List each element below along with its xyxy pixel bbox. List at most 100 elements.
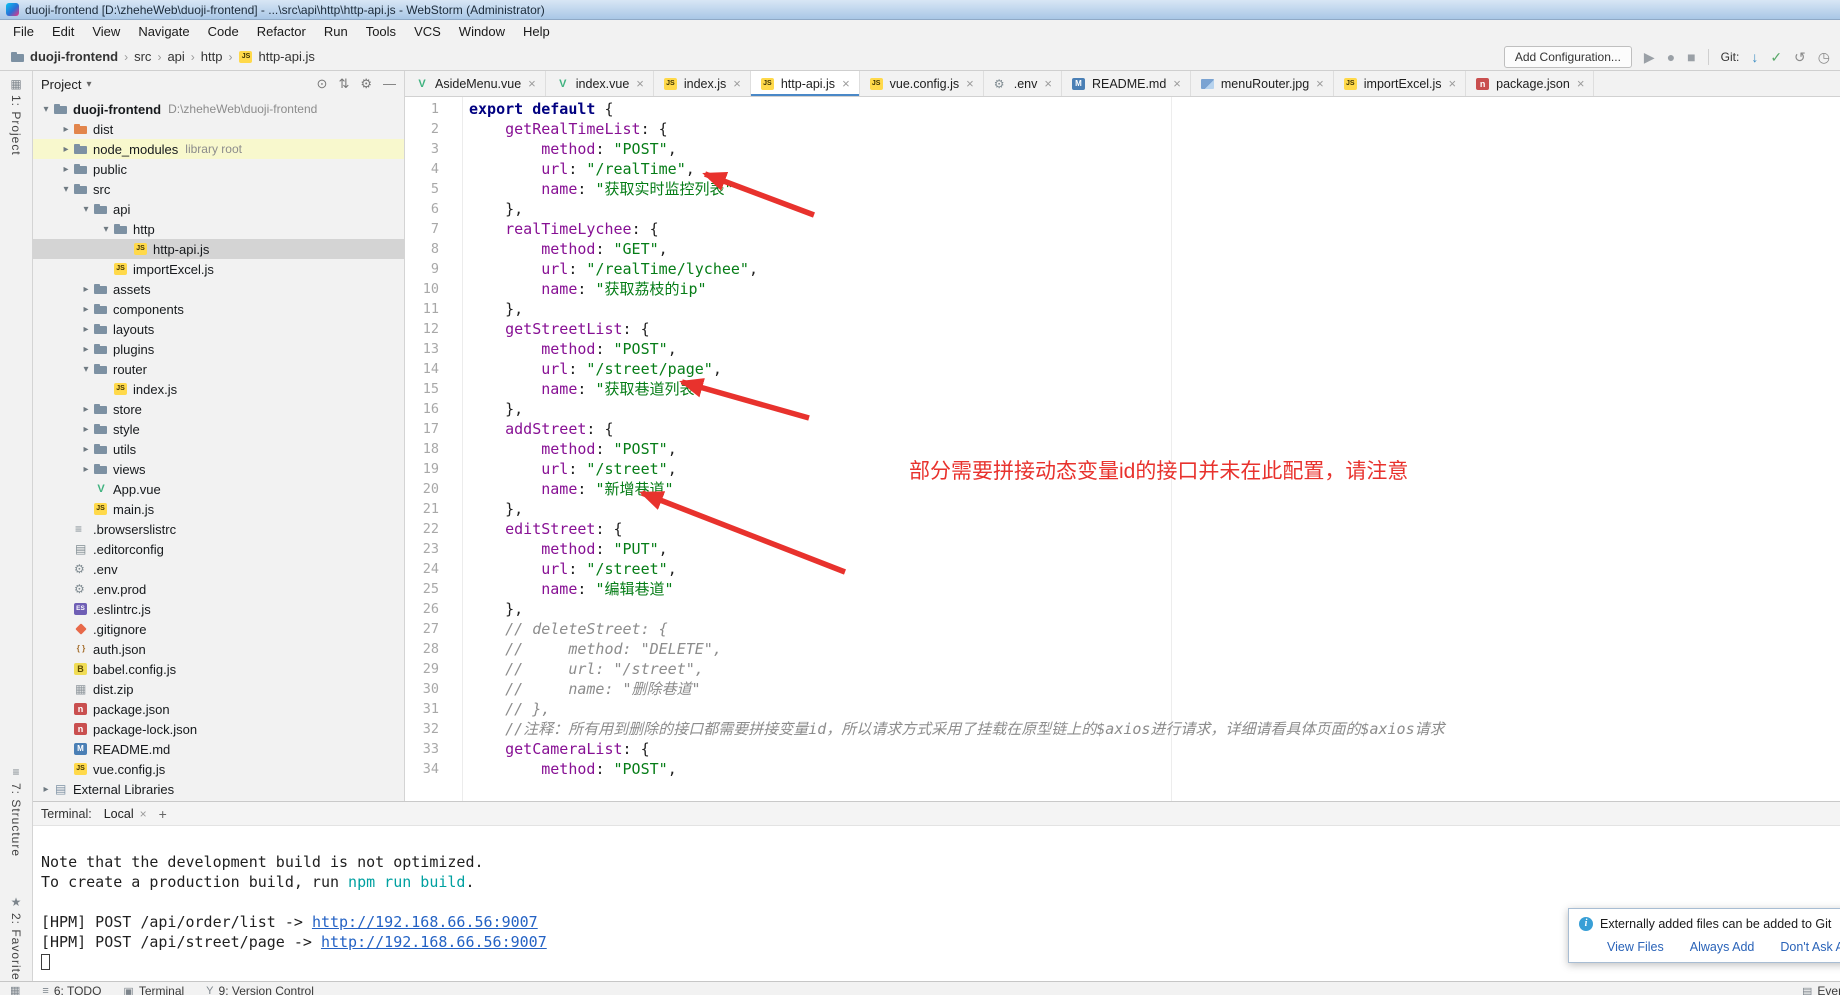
breadcrumb-item-src[interactable]: src [134, 49, 151, 64]
code-line-15[interactable]: 15 name: "获取巷道列表" [405, 379, 1840, 399]
breadcrumb-item-http[interactable]: http [201, 49, 223, 64]
chevron-right-icon[interactable]: ▸ [79, 284, 93, 295]
expand-collapse-icon[interactable]: ⇅ [338, 76, 349, 92]
breadcrumb-item-api[interactable]: api [167, 49, 184, 64]
code-line-20[interactable]: 20 name: "新增巷道" [405, 479, 1840, 499]
new-terminal-session-button[interactable]: + [159, 806, 167, 822]
code-line-10[interactable]: 10 name: "获取荔枝的ip" [405, 279, 1840, 299]
tree-item-utils[interactable]: ▸utils [33, 439, 404, 459]
chevron-down-icon[interactable]: ▾ [79, 364, 93, 375]
code-line-4[interactable]: 4 url: "/realTime", [405, 159, 1840, 179]
terminal-button[interactable]: ▣Terminal [123, 984, 184, 995]
tree-item-assets[interactable]: ▸assets [33, 279, 404, 299]
menu-tools[interactable]: Tools [357, 22, 405, 41]
code-line-34[interactable]: 34 method: "POST", [405, 759, 1840, 779]
code-line-32[interactable]: 32 //注释：所有用到删除的接口都需要拼接变量id，所以请求方式采用了挂载在原… [405, 719, 1840, 739]
code-line-8[interactable]: 8 method: "GET", [405, 239, 1840, 259]
tree-item-components[interactable]: ▸components [33, 299, 404, 319]
hide-panel-icon[interactable]: — [383, 76, 396, 92]
code-line-6[interactable]: 6 }, [405, 199, 1840, 219]
close-icon[interactable]: × [1173, 76, 1181, 91]
tree-item-views[interactable]: ▸views [33, 459, 404, 479]
dock-project[interactable]: ▦1: Project [0, 77, 32, 156]
code-line-27[interactable]: 27 // deleteStreet: { [405, 619, 1840, 639]
code-line-22[interactable]: 22 editStreet: { [405, 519, 1840, 539]
tab-index-js[interactable]: index.js× [654, 71, 751, 96]
notification-action-don-t-ask-again[interactable]: Don't Ask Again [1780, 940, 1840, 954]
code-line-29[interactable]: 29 // url: "/street", [405, 659, 1840, 679]
git-update-icon[interactable]: ↓ [1751, 50, 1758, 64]
tree-item-src[interactable]: ▾src [33, 179, 404, 199]
code-line-33[interactable]: 33 getCameraList: { [405, 739, 1840, 759]
chevron-down-icon[interactable]: ▾ [59, 184, 73, 195]
add-configuration-button[interactable]: Add Configuration... [1504, 46, 1632, 68]
menu-run[interactable]: Run [315, 22, 357, 41]
chevron-right-icon[interactable]: ▸ [79, 464, 93, 475]
menu-file[interactable]: File [4, 22, 43, 41]
breadcrumb-item-http-api-js[interactable]: http-api.js [238, 49, 314, 65]
notification-action-always-add[interactable]: Always Add [1690, 940, 1755, 954]
code-line-28[interactable]: 28 // method: "DELETE", [405, 639, 1840, 659]
code-line-12[interactable]: 12 getStreetList: { [405, 319, 1840, 339]
chevron-right-icon[interactable]: ▸ [59, 144, 73, 155]
tree-item-index-js[interactable]: index.js [33, 379, 404, 399]
tree-item-dist-zip[interactable]: dist.zip [33, 679, 404, 699]
chevron-right-icon[interactable]: ▸ [79, 444, 93, 455]
tree-item-gitignore[interactable]: .gitignore [33, 619, 404, 639]
code-line-31[interactable]: 31 // }, [405, 699, 1840, 719]
tree-item-main-js[interactable]: main.js [33, 499, 404, 519]
debug-icon[interactable]: ● [1667, 50, 1675, 64]
menu-edit[interactable]: Edit [43, 22, 83, 41]
code-line-19[interactable]: 19 url: "/street", [405, 459, 1840, 479]
event-log-button[interactable]: ▤Event Log [1802, 984, 1840, 995]
tree-item-style[interactable]: ▸style [33, 419, 404, 439]
terminal-title[interactable]: Terminal: [41, 807, 92, 821]
tree-item-vue-config-js[interactable]: vue.config.js [33, 759, 404, 779]
tab-menurouter-jpg[interactable]: menuRouter.jpg× [1191, 71, 1334, 96]
close-icon[interactable]: × [1044, 76, 1052, 91]
chevron-down-icon[interactable]: ▾ [86, 79, 91, 90]
menu-code[interactable]: Code [199, 22, 248, 41]
tree-item-dist[interactable]: ▸dist [33, 119, 404, 139]
chevron-right-icon[interactable]: ▸ [79, 304, 93, 315]
code-line-23[interactable]: 23 method: "PUT", [405, 539, 1840, 559]
terminal-link[interactable]: http://192.168.66.56:9007 [321, 933, 547, 951]
tree-item-babel-config-js[interactable]: babel.config.js [33, 659, 404, 679]
dock-favorites[interactable]: ★2: Favorites [0, 895, 32, 988]
code-line-18[interactable]: 18 method: "POST", [405, 439, 1840, 459]
code-line-16[interactable]: 16 }, [405, 399, 1840, 419]
tree-item-auth-json[interactable]: auth.json [33, 639, 404, 659]
code-line-3[interactable]: 3 method: "POST", [405, 139, 1840, 159]
tree-item-api[interactable]: ▾api [33, 199, 404, 219]
tab-readme-md[interactable]: README.md× [1062, 71, 1191, 96]
chevron-down-icon[interactable]: ▾ [39, 104, 53, 115]
menu-view[interactable]: View [83, 22, 129, 41]
settings-icon[interactable]: ⚙ [360, 76, 372, 92]
chevron-right-icon[interactable]: ▸ [79, 324, 93, 335]
notification-action-view-files[interactable]: View Files [1607, 940, 1664, 954]
breadcrumb-item-duoji-frontend[interactable]: duoji-frontend [10, 49, 118, 65]
git-commit-icon[interactable]: ✓ [1770, 50, 1782, 64]
tree-item-package-json[interactable]: package.json [33, 699, 404, 719]
stop-icon[interactable]: ■ [1687, 50, 1695, 64]
close-icon[interactable]: × [966, 76, 974, 91]
code-line-2[interactable]: 2 getRealTimeList: { [405, 119, 1840, 139]
code-line-13[interactable]: 13 method: "POST", [405, 339, 1840, 359]
close-icon[interactable]: × [1449, 76, 1457, 91]
code-line-30[interactable]: 30 // name: "删除巷道" [405, 679, 1840, 699]
tree-item-store[interactable]: ▸store [33, 399, 404, 419]
tab-vue-config-js[interactable]: vue.config.js× [860, 71, 984, 96]
close-icon[interactable]: × [636, 76, 644, 91]
code-line-17[interactable]: 17 addStreet: { [405, 419, 1840, 439]
code-line-14[interactable]: 14 url: "/street/page", [405, 359, 1840, 379]
close-icon[interactable]: × [1316, 76, 1324, 91]
menu-navigate[interactable]: Navigate [129, 22, 198, 41]
project-panel-title[interactable]: Project [41, 77, 81, 92]
menu-vcs[interactable]: VCS [405, 22, 450, 41]
code-line-11[interactable]: 11 }, [405, 299, 1840, 319]
tree-item-importexcel-js[interactable]: importExcel.js [33, 259, 404, 279]
close-icon[interactable]: × [842, 76, 850, 91]
history-icon[interactable]: ◷ [1818, 50, 1830, 64]
tool-windows-icon[interactable]: ▦ [10, 984, 20, 995]
version-control-button[interactable]: Y9: Version Control [206, 984, 314, 995]
